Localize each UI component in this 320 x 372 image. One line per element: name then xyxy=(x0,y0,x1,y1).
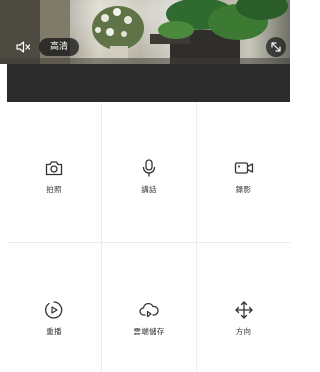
cloud-storage-label: 雲端儲存 xyxy=(133,327,165,336)
video-record-icon xyxy=(234,162,253,174)
cloud-storage-button[interactable]: 雲端儲存 xyxy=(102,299,196,337)
fullscreen-icon[interactable] xyxy=(266,37,286,57)
talk-label: 講話 xyxy=(141,185,157,194)
record-label: 錄影 xyxy=(235,185,252,194)
direction-icon xyxy=(234,301,253,319)
camera-icon xyxy=(45,161,63,176)
direction-label: 方向 xyxy=(235,327,252,336)
snapshot-label: 拍照 xyxy=(46,185,62,194)
microphone-icon xyxy=(142,159,156,177)
live-video-view[interactable]: 高清 xyxy=(0,0,290,64)
speaker-mute-icon[interactable] xyxy=(15,39,31,55)
talk-button[interactable]: 講話 xyxy=(102,157,196,195)
direction-button[interactable]: 方向 xyxy=(197,299,290,337)
quality-toggle-button[interactable]: 高清 xyxy=(39,38,79,56)
record-button[interactable]: 錄影 xyxy=(197,157,290,195)
playback-icon xyxy=(45,301,63,319)
snapshot-button[interactable]: 拍照 xyxy=(7,157,101,195)
playback-label: 重播 xyxy=(46,327,62,336)
control-grid: 拍照 講話 錄影 重播 雲端儲存 方向 xyxy=(7,102,290,372)
cloud-storage-icon xyxy=(139,302,159,318)
grid-divider xyxy=(7,242,290,243)
video-status-bar xyxy=(7,64,290,102)
playback-button[interactable]: 重播 xyxy=(7,299,101,337)
